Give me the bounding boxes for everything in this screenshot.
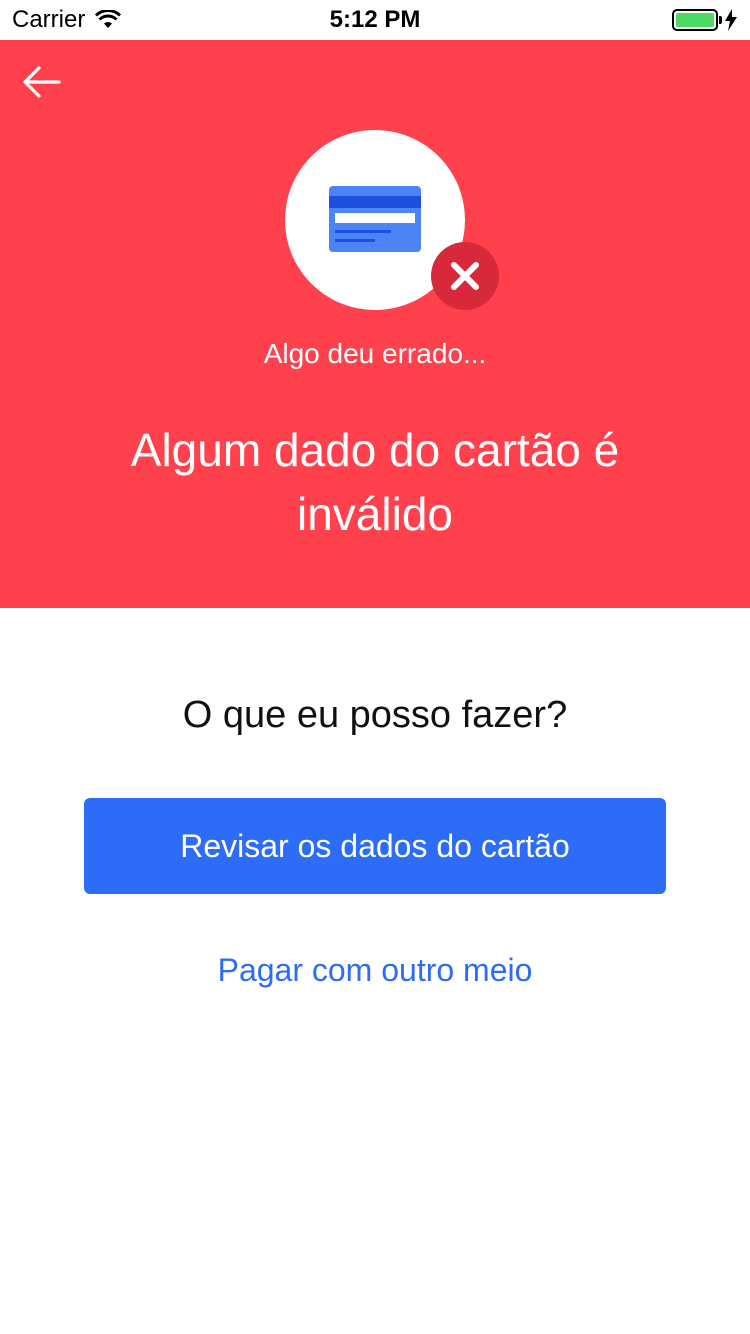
charging-bolt-icon	[725, 9, 737, 31]
review-card-button[interactable]: Revisar os dados do cartão	[84, 798, 666, 894]
error-title: Algum dado do cartão é inválido	[130, 424, 620, 540]
screen: Carrier 5:12 PM Algo deu errado... Algum…	[0, 0, 750, 1334]
credit-card-icon	[329, 186, 421, 252]
status-right	[672, 9, 738, 31]
error-header: Algo deu errado... Algum dado do cartão …	[0, 40, 750, 608]
pay-another-way-link[interactable]: Pagar com outro meio	[0, 952, 750, 989]
error-subtitle: Algo deu errado...	[263, 338, 487, 369]
battery-fill	[676, 13, 714, 27]
battery-icon	[672, 9, 722, 31]
status-bar: Carrier 5:12 PM	[0, 0, 750, 40]
arrow-left-icon	[23, 66, 61, 98]
status-left: Carrier	[12, 6, 122, 34]
error-badge	[431, 242, 499, 310]
question-heading: O que eu posso fazer?	[182, 694, 568, 736]
close-icon	[451, 262, 479, 290]
back-button[interactable]	[20, 60, 64, 104]
wifi-icon	[95, 10, 122, 28]
carrier-label: Carrier	[12, 6, 86, 33]
